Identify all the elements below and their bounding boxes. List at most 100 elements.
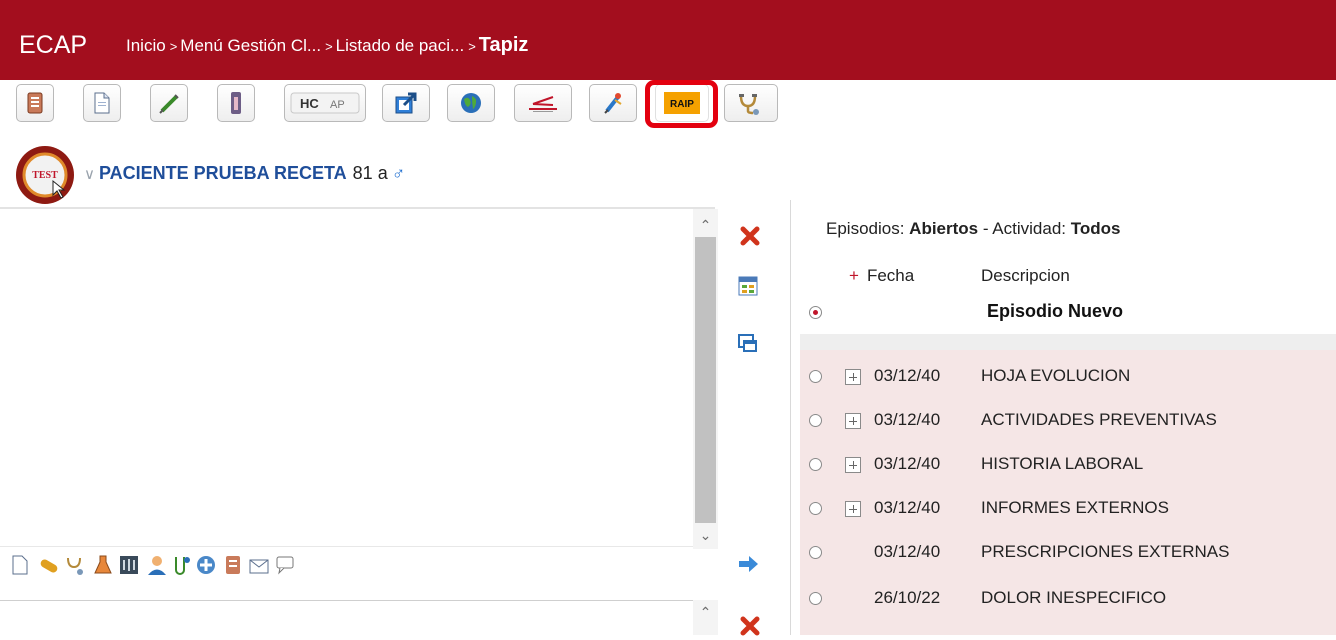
lab-tube-icon[interactable] [171,554,193,576]
episode-row[interactable]: 03/12/40 HISTORIA LABORAL [800,442,1336,486]
episode-row[interactable]: 03/12/40 ACTIVIDADES PREVENTIVAS [800,398,1336,442]
grid-button[interactable] [734,272,762,300]
expand-icon[interactable] [845,413,861,429]
episode-date: 03/12/40 [874,366,941,385]
flask-icon[interactable] [92,554,114,576]
stethoscope-button[interactable] [724,84,778,122]
thermometer-icon [231,92,241,114]
external-link-button[interactable] [382,84,430,122]
vaccine-button[interactable] [589,84,637,122]
document-button[interactable] [83,84,121,122]
breadcrumb-current: Tapiz [478,34,529,56]
clinical-report-icon [27,92,43,114]
stethoscope-small-icon[interactable] [64,554,86,576]
breadcrumb-item-inicio[interactable]: Inicio [126,36,166,55]
xray-icon[interactable] [118,554,140,576]
avatar[interactable]: TEST [15,145,75,205]
scrollbar-thumb[interactable] [695,237,716,523]
episode-radio[interactable] [809,502,822,515]
external-link-icon [395,92,417,114]
episode-radio[interactable] [809,546,822,559]
syringe-button[interactable] [150,84,188,122]
chat-icon[interactable] [274,554,296,576]
breadcrumb-item-menu[interactable]: Menú Gestión Cl... [180,36,321,55]
expand-icon[interactable] [845,501,861,517]
hc-ap-button[interactable]: HC AP [284,84,366,122]
new-episode-row[interactable]: Episodio Nuevo [800,290,1336,334]
app-header: ECAP Inicio > Menú Gestión Cl... > Listado d… [0,0,1336,80]
episode-date: 03/12/40 [874,542,941,561]
episode-row[interactable]: 26/10/22 DOLOR INESPECIFICO [800,576,1336,620]
scroll-down-icon[interactable]: ⌄ [693,523,718,547]
episode-description: PRESCRIPCIONES EXTERNAS [981,542,1230,561]
user-icon[interactable] [146,554,168,576]
episode-radio[interactable] [809,414,822,427]
chart-logo-button[interactable] [514,84,572,122]
svg-text:AP: AP [330,99,345,111]
expand-icon[interactable] [845,369,861,385]
episode-date: 03/12/40 [874,410,941,429]
add-icon[interactable]: + [849,266,859,285]
episode-radio[interactable] [809,370,822,383]
globe-button[interactable] [447,84,495,122]
episode-row[interactable]: 03/12/40 PRESCRIPCIONES EXTERNAS [800,530,1336,574]
filter-activity-value[interactable]: Todos [1071,219,1121,238]
column-header-description[interactable]: Descripcion [981,266,1070,286]
hc-ap-icon: HC AP [290,92,360,114]
episode-description: INFORMES EXTERNOS [981,498,1169,517]
delete-button-2[interactable] [736,612,764,640]
filter-open-value[interactable]: Abiertos [909,219,978,238]
document-icon [94,92,110,114]
mail-icon[interactable] [248,554,270,576]
episode-row[interactable]: 03/12/40 HOJA EVOLUCION [800,354,1336,398]
notes-editor-2[interactable] [0,600,693,636]
new-episode-label: Episodio Nuevo [987,301,1124,321]
thermometer-button[interactable] [217,84,255,122]
avatar-text: TEST [32,170,58,181]
svg-text:HC: HC [300,96,319,111]
episodes-filter[interactable]: Episodios: Abiertos - Actividad: Todos [826,219,1120,239]
scroll-up-icon[interactable]: ⌃ [693,213,718,237]
episode-radio-selected[interactable] [809,306,822,319]
episode-radio[interactable] [809,458,822,471]
close-icon [740,616,760,636]
breadcrumb-separator: > [169,39,178,54]
patient-name[interactable]: PACIENTE PRUEBA RECETA [99,163,347,183]
episode-date: 03/12/40 [874,454,941,473]
notes-editor[interactable] [0,209,694,544]
new-document-icon[interactable] [9,554,31,576]
medical-kit-icon[interactable] [195,554,217,576]
scroll-up-icon[interactable]: ⌃ [693,604,718,621]
expand-icon[interactable] [845,457,861,473]
column-header-date[interactable]: + Fecha [849,266,914,286]
report-icon[interactable] [222,554,244,576]
episode-row[interactable]: 03/12/40 INFORMES EXTERNOS [800,486,1336,530]
episode-radio[interactable] [809,592,822,605]
patient-header[interactable]: ∨ PACIENTE PRUEBA RECETA 81 a ♂ [84,162,405,186]
app-title: ECAP [19,31,88,59]
globe-icon [461,93,481,113]
column-desc-label: Descripcion [981,266,1070,285]
windows-button[interactable] [734,330,762,358]
stethoscope-icon [739,94,759,115]
episode-date: 26/10/22 [874,588,941,607]
delete-button[interactable] [736,222,764,250]
activity-label: - Actividad: [978,219,1071,238]
table-icon [738,276,758,296]
raip-highlight-frame [645,80,718,128]
send-button[interactable] [734,550,762,578]
close-icon [740,226,760,246]
chart-logo-icon [529,96,557,112]
breadcrumb-item-listado[interactable]: Listado de paci... [336,36,465,55]
vaccine-icon [604,93,622,114]
editor-scrollbar-2[interactable]: ⌃ [693,600,718,635]
arrow-right-icon [739,556,758,572]
pill-icon[interactable] [38,554,60,576]
breadcrumb-separator: > [325,39,333,54]
episode-description: ACTIVIDADES PREVENTIVAS [981,410,1217,429]
patient-age: 81 a [352,163,388,183]
clinical-report-button[interactable] [16,84,54,122]
episode-description: HOJA EVOLUCION [981,366,1131,385]
chevron-down-icon[interactable]: ∨ [84,166,95,183]
editor-scrollbar[interactable]: ⌃ ⌄ [693,209,718,549]
